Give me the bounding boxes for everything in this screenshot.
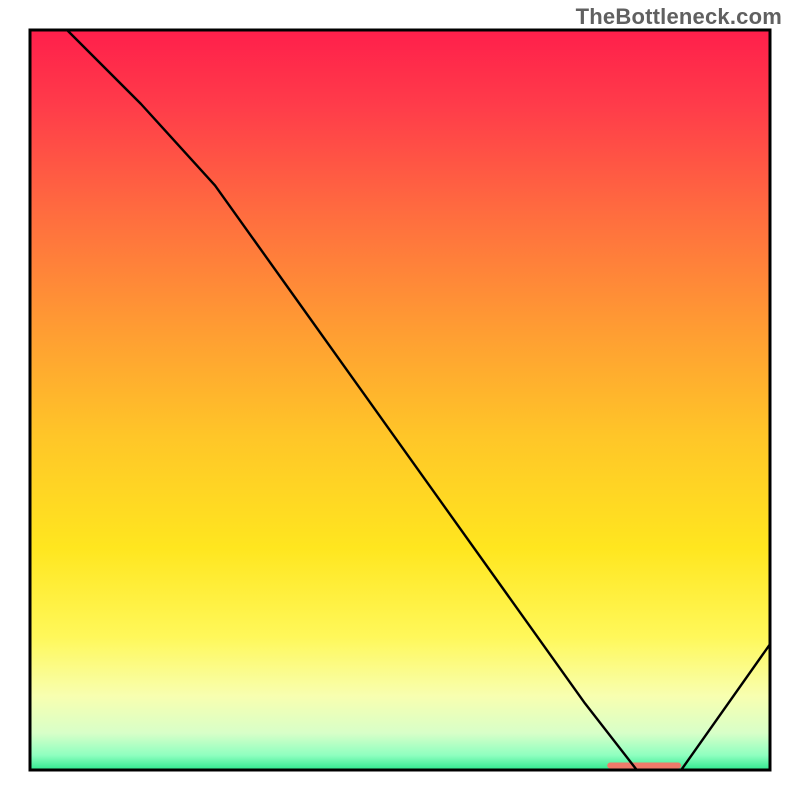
optimal-region-band bbox=[607, 763, 681, 769]
chart-container: TheBottleneck.com bbox=[0, 0, 800, 800]
bottleneck-chart bbox=[0, 0, 800, 800]
plot-background bbox=[30, 30, 770, 770]
